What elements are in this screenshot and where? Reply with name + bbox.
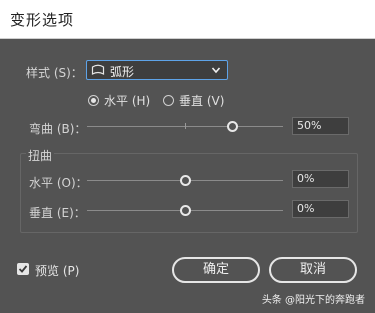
arc-shape-icon — [91, 64, 105, 76]
cancel-button[interactable]: 取消 — [269, 257, 357, 283]
dialog-titlebar: 变形选项 — [0, 0, 375, 39]
distortion-vertical-label: 垂直 (E)： — [29, 206, 86, 220]
dialog-title: 变形选项 — [10, 11, 75, 29]
ok-button[interactable]: 确定 — [172, 257, 260, 283]
bend-slider-center-tick — [185, 123, 186, 129]
radio-horizontal-label: 水平 (H) — [104, 93, 151, 108]
style-label: 样式 (S)： — [26, 66, 83, 80]
checkmark-icon — [18, 265, 28, 273]
style-select[interactable]: 弧形 — [86, 60, 228, 80]
bend-slider-handle[interactable] — [227, 121, 238, 132]
preview-label: 预览 (P) — [35, 264, 80, 278]
bend-label: 弯曲 (B)： — [29, 122, 87, 136]
radio-horizontal-dot[interactable] — [88, 94, 99, 106]
distortion-group — [20, 153, 358, 233]
distortion-vertical-slider-handle[interactable] — [180, 205, 191, 216]
radio-vertical-label: 垂直 (V) — [179, 93, 225, 108]
distortion-horizontal-slider-handle[interactable] — [180, 175, 191, 186]
radio-horizontal[interactable]: 水平 (H) — [88, 93, 151, 108]
distortion-vertical-value-field[interactable]: 0% — [292, 200, 349, 218]
radio-vertical[interactable]: 垂直 (V) — [163, 93, 225, 108]
distortion-group-label: 扭曲 — [26, 147, 55, 164]
bend-value-field[interactable]: 50% — [292, 117, 349, 135]
chevron-down-icon — [211, 67, 221, 74]
style-select-value: 弧形 — [110, 65, 135, 79]
preview-checkbox[interactable] — [17, 263, 29, 275]
distortion-horizontal-value-field[interactable]: 0% — [292, 170, 349, 188]
distortion-horizontal-label: 水平 (O)： — [29, 176, 88, 190]
radio-vertical-dot[interactable] — [163, 94, 174, 106]
watermark: 头条 @阳光下的奔跑者 — [261, 295, 365, 306]
